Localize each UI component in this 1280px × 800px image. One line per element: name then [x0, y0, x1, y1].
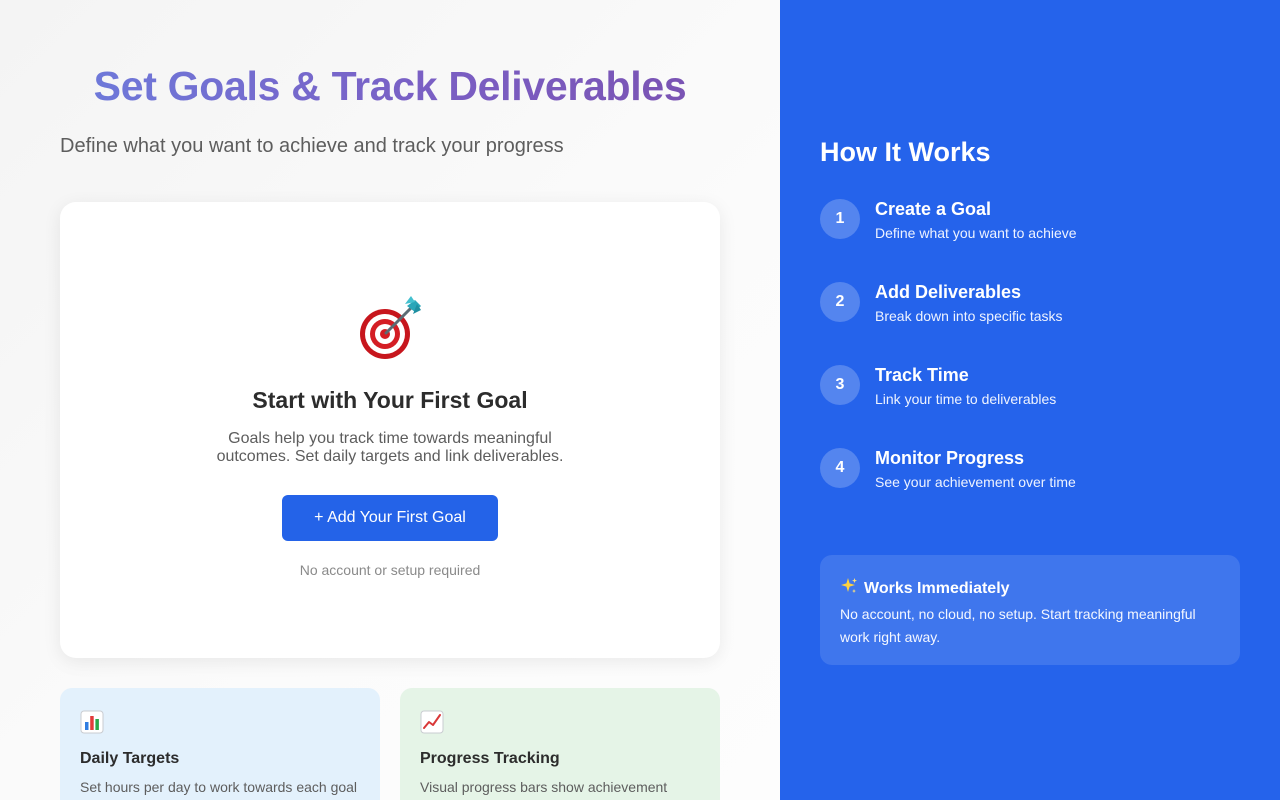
- step-item: 2 Add Deliverables Break down into speci…: [820, 282, 1077, 365]
- page-title: Set Goals & Track Deliverables: [0, 62, 780, 110]
- step-number-badge: 2: [820, 282, 860, 322]
- sparkles-icon: [840, 577, 858, 601]
- feature-description: Set hours per day to work towards each g…: [80, 779, 358, 795]
- step-number-badge: 3: [820, 365, 860, 405]
- step-number-badge: 1: [820, 199, 860, 239]
- step-title: Monitor Progress: [875, 448, 1025, 468]
- trend-up-chart-icon: [420, 710, 444, 734]
- panel-title: How It Works: [820, 137, 991, 167]
- empty-state-note: No account or setup required: [299, 562, 481, 578]
- step-title: Add Deliverables: [875, 282, 1022, 302]
- feature-card-daily-targets: Daily Targets Set hours per day to work …: [60, 688, 380, 800]
- info-title-text: Works Immediately: [864, 580, 1010, 597]
- empty-state-title: Start with Your First Goal: [252, 387, 528, 413]
- main-pane: Set Goals & Track Deliverables Define wh…: [0, 0, 780, 800]
- step-item: 1 Create a Goal Define what you want to …: [820, 199, 1077, 282]
- feature-card-progress-tracking: Progress Tracking Visual progress bars s…: [400, 688, 720, 800]
- step-description: Define what you want to achieve: [875, 225, 1077, 241]
- step-item: 3 Track Time Link your time to deliverab…: [820, 365, 1077, 448]
- step-item: 4 Monitor Progress See your achievement …: [820, 448, 1077, 531]
- target-dart-icon: [60, 292, 720, 362]
- info-description: No account, no cloud, no setup. Start tr…: [840, 606, 1196, 645]
- step-description: See your achievement over time: [875, 474, 1076, 490]
- feature-title: Daily Targets: [80, 750, 180, 767]
- step-number-badge: 4: [820, 448, 860, 488]
- add-first-goal-button[interactable]: + Add Your First Goal: [282, 495, 498, 541]
- how-it-works-panel: How It Works 1 Create a Goal Define what…: [780, 0, 1280, 800]
- empty-state-card: Start with Your First Goal Goals help yo…: [60, 202, 720, 658]
- steps-list: 1 Create a Goal Define what you want to …: [820, 199, 1077, 531]
- bar-chart-icon: [80, 710, 104, 734]
- info-title: Works Immediately: [840, 577, 1220, 601]
- info-box: Works Immediately No account, no cloud, …: [820, 555, 1240, 665]
- feature-description: Visual progress bars show achievement: [420, 779, 668, 795]
- feature-title: Progress Tracking: [420, 750, 560, 767]
- page-subtitle: Define what you want to achieve and trac…: [60, 135, 564, 157]
- step-title: Create a Goal: [875, 199, 992, 219]
- step-description: Break down into specific tasks: [875, 308, 1063, 324]
- empty-state-description: Goals help you track time towards meanin…: [216, 430, 564, 465]
- step-title: Track Time: [875, 365, 969, 385]
- step-description: Link your time to deliverables: [875, 391, 1057, 407]
